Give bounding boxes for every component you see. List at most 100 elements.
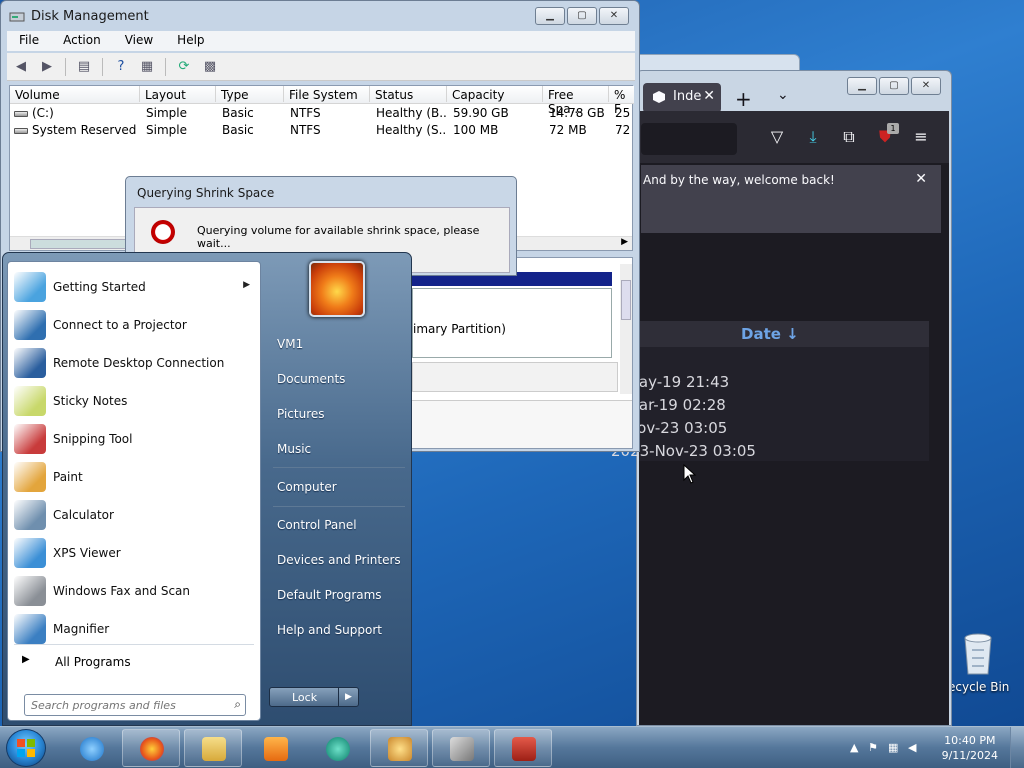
- taskbar-computer-management[interactable]: [494, 729, 552, 767]
- all-programs-button[interactable]: ▶ All Programs: [18, 650, 258, 674]
- downloads-icon[interactable]: ⤓: [803, 127, 823, 147]
- magnifier-icon: [14, 614, 46, 644]
- dialog-title: Querying Shrink Space: [137, 186, 275, 200]
- action-center-icon[interactable]: ⚑: [868, 741, 878, 754]
- toolbar: ◀ ▶ ▤ ? ▦ ⟳ ▩: [7, 53, 635, 81]
- lock-button[interactable]: Lock ▶: [269, 687, 359, 707]
- clock[interactable]: 10:40 PM 9/11/2024: [942, 733, 998, 763]
- start-program-item[interactable]: Magnifier: [8, 610, 260, 648]
- tab-close-icon[interactable]: ✕: [703, 88, 715, 104]
- volume-muted-icon[interactable]: ◀: [908, 741, 916, 754]
- notification-bar: And by the way, welcome back! ✕: [641, 165, 941, 233]
- unallocated-block: [412, 362, 618, 392]
- recycle-bin-label: ecycle Bin: [948, 680, 1010, 694]
- taskbar-firefox[interactable]: [122, 729, 180, 767]
- taskbar-media-player[interactable]: [246, 729, 304, 767]
- start-program-item[interactable]: Calculator: [8, 496, 260, 534]
- taskbar-explorer[interactable]: [184, 729, 242, 767]
- list-tabs-icon[interactable]: ⌄: [777, 87, 789, 103]
- partition-block[interactable]: imary Partition): [412, 288, 612, 358]
- recycle-bin[interactable]: ecycle Bin: [948, 628, 1010, 704]
- paint-icon: [388, 737, 412, 761]
- maximize-button[interactable]: ▢: [567, 7, 597, 25]
- column-capacity[interactable]: Capacity: [447, 86, 543, 102]
- column-percent-free[interactable]: % F: [609, 86, 634, 116]
- start-item-pictures[interactable]: Pictures: [277, 407, 325, 421]
- scrollbar-thumb[interactable]: [30, 239, 130, 249]
- start-menu: Getting Started ▶ Connect to a Projector Re…: [2, 252, 412, 726]
- start-item-music[interactable]: Music: [277, 442, 311, 456]
- user-avatar[interactable]: [309, 261, 365, 317]
- column-volume[interactable]: Volume: [10, 86, 140, 102]
- start-item-computer[interactable]: Computer: [277, 480, 337, 494]
- start-program-label: XPS Viewer: [53, 546, 121, 560]
- scroll-right-icon[interactable]: ▶: [621, 237, 628, 247]
- menu-help[interactable]: Help: [165, 31, 216, 51]
- network-icon[interactable]: ▦: [888, 741, 898, 754]
- taskbar-tool[interactable]: [432, 729, 490, 767]
- show-desktop-button[interactable]: [1010, 727, 1024, 768]
- menu-icon[interactable]: ≡: [911, 127, 931, 147]
- forward-icon[interactable]: ▶: [37, 58, 57, 76]
- browser-tab[interactable]: Inde ✕: [643, 83, 721, 113]
- extensions-icon[interactable]: ⧉: [839, 127, 859, 147]
- rescan-disks-icon[interactable]: ▩: [200, 58, 220, 76]
- column-file-system[interactable]: File System: [284, 86, 370, 102]
- tab-favicon-icon: [653, 91, 665, 103]
- back-icon[interactable]: ◀: [11, 58, 31, 76]
- start-item-vm1[interactable]: VM1: [277, 337, 303, 351]
- column-status[interactable]: Status: [370, 86, 447, 102]
- minimize-button[interactable]: ▁: [535, 7, 565, 25]
- start-program-item[interactable]: Paint: [8, 458, 260, 496]
- notification-close-icon[interactable]: ✕: [915, 171, 927, 187]
- show-hide-console-icon[interactable]: ▤: [74, 58, 94, 76]
- lock-label: Lock: [292, 691, 318, 704]
- new-tab-icon[interactable]: +: [735, 87, 752, 111]
- search-box[interactable]: ⌕: [24, 694, 246, 716]
- properties-icon[interactable]: ▦: [137, 58, 157, 76]
- pocket-icon[interactable]: ▽: [767, 127, 787, 147]
- column-free-space[interactable]: Free Spa...: [543, 86, 609, 116]
- firefox-icon: [140, 737, 164, 761]
- taskbar-internet-explorer[interactable]: [62, 729, 120, 767]
- menu-action[interactable]: Action: [51, 31, 113, 51]
- taskbar-app[interactable]: [308, 729, 366, 767]
- column-layout[interactable]: Layout: [140, 86, 216, 102]
- start-item-documents[interactable]: Documents: [277, 372, 345, 386]
- table-row[interactable]: System Reserved Simple Basic NTFS Health…: [10, 122, 634, 139]
- table-row[interactable]: (C:) Simple Basic NTFS Healthy (B... 59.…: [10, 105, 634, 122]
- start-program-item[interactable]: Sticky Notes: [8, 382, 260, 420]
- start-button[interactable]: [6, 729, 46, 767]
- start-program-item[interactable]: Remote Desktop Connection: [8, 344, 260, 382]
- start-program-label: Snipping Tool: [53, 432, 133, 446]
- start-program-item[interactable]: Getting Started ▶: [8, 268, 260, 306]
- search-input[interactable]: [31, 698, 221, 712]
- search-icon[interactable]: ⌕: [234, 697, 241, 712]
- vertical-scrollbar[interactable]: [620, 264, 632, 394]
- help-icon[interactable]: ?: [111, 58, 131, 76]
- menu-view[interactable]: View: [113, 31, 165, 51]
- start-item-default-programs[interactable]: Default Programs: [277, 588, 382, 602]
- drive-icon: [14, 110, 28, 117]
- refresh-icon[interactable]: ⟳: [174, 58, 194, 76]
- start-program-item[interactable]: Connect to a Projector: [8, 306, 260, 344]
- shutdown-options-icon[interactable]: ▶: [338, 688, 358, 706]
- start-program-item[interactable]: Windows Fax and Scan: [8, 572, 260, 610]
- close-button[interactable]: ✕: [599, 7, 629, 25]
- start-item-control-panel[interactable]: Control Panel: [277, 518, 357, 532]
- clock-time: 10:40 PM: [944, 734, 996, 747]
- clock-icon: [151, 220, 175, 244]
- start-program-item[interactable]: XPS Viewer: [8, 534, 260, 572]
- scrollbar-thumb[interactable]: [621, 280, 631, 320]
- url-bar[interactable]: [641, 123, 737, 155]
- menu-file[interactable]: File: [7, 31, 51, 51]
- start-item-devices-printers[interactable]: Devices and Printers: [277, 553, 401, 567]
- taskbar-paint[interactable]: [370, 729, 428, 767]
- submenu-arrow-icon: ▶: [243, 280, 250, 290]
- date-column-header[interactable]: Date ↓: [639, 321, 929, 347]
- start-item-help-support[interactable]: Help and Support: [277, 623, 382, 637]
- firefox-window[interactable]: ▁ ▢ ✕ Inde ✕ + ⌄ ▽ ⤓ ⧉ ⛊ 1 ≡ And by the …: [611, 70, 952, 726]
- show-hidden-icons-icon[interactable]: ▲: [850, 741, 858, 754]
- column-type[interactable]: Type: [216, 86, 284, 102]
- start-program-item[interactable]: Snipping Tool: [8, 420, 260, 458]
